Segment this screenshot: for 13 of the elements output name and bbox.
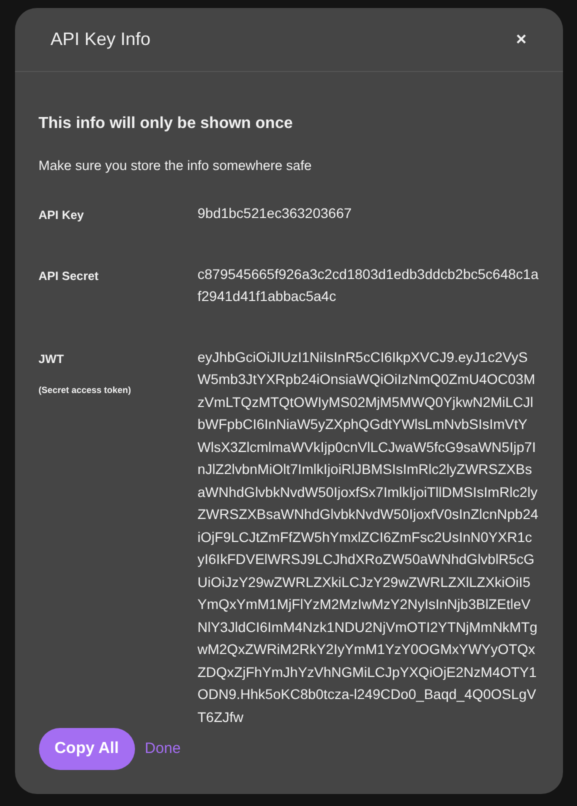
field-label: API Key [38,207,85,224]
close-button[interactable]: × [516,30,526,48]
field-label: API Secret [38,268,100,284]
subtitle: Make sure you store the info somewhere safe [38,156,313,175]
field-value: 9bd1bc521ec363203667 [198,204,353,223]
field-label: JWT [38,350,65,368]
dialog-title: API Key Info [50,28,151,51]
field-note: (Secret access token) [38,384,132,397]
field-value: eyJhbGciOiJIUzI1NiIsInR5cCI6IkpXVCJ9.eyJ1c2VySW5mb3JtYXRpb24iOnsiaWQiOiIzNmQ0ZmU4OC03MzVmLTQzMTQtOWIyMS02MjM5MWQ0YjkwN2MiLCJlbWFpbCI6InNiaW5yZXphQGdtYWlsLmNvbSIsImVtYWlsX3ZlcmlmaWVkIjp0cnVlLCJwaW5fcG9saWN5Ijp7InJlZ2lvbnMiOlt7ImlkIjoiRlJBMSIsImRlc2lyZWRSZXBsaWNhdGlvbkNvdW50IjoxfSx7ImlkIjoiTllDMSIsImRlc2lyZWRSZXBsaWNhdGlvbkNvdW50IjoxfV0sInZlcnNpb24iOjF9LCJtZmFfZW5hYmxlZCI6ZmFsc2UsInN0YXR1cyI6IkFDVElWRSJ9LCJhdXRoZW50aWNhdGlvblR5cGUiOiJzY29wZWRLZXkiLCJzY29wZWRLZXlLZXkiOiI5YmQxYmM1MjFlYzM2MzIwMzY2NyIsInNjb3BlZEtleVNlY3JldCI6ImM4Nzk1NDU2NjVmOTI2YTNjMmNkMTgwM2QxZWRiM2RkY2IyYmM1YzY0OGMxYWYyOTQxZDQxZjFhYmJhYzVhNGMiLCJpYXQiOjE2NzM4OTY1ODN9.Hhk5oKC8b0tcza-l249CDo0_Baqd_4Q0OSLgVT6ZJfw [198,348,538,726]
copy-all-button[interactable]: Copy All [38,728,135,770]
field-value: c879545665f926a3c2cd1803d1edb3ddcb2bc5c648c1af2941d41f1abbac5a4c [198,264,538,306]
done-link[interactable]: Done [144,738,181,760]
heading: This info will only be shown once [38,114,294,134]
